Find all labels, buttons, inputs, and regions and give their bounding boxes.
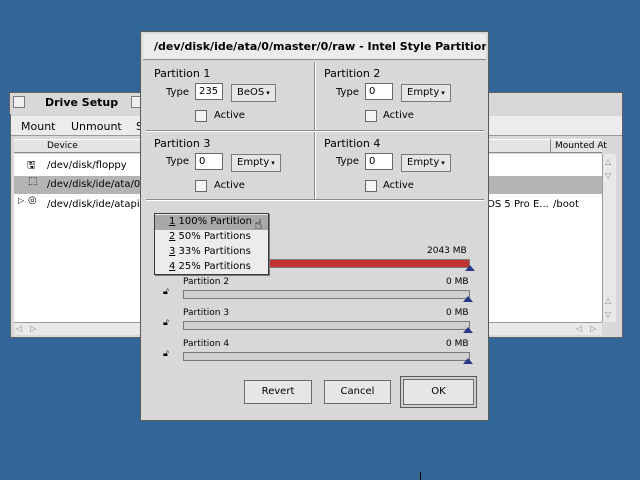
type-label: Type (336, 156, 359, 167)
floppy-icon: 🖫 (27, 160, 36, 171)
slider-thumb-icon[interactable] (463, 358, 473, 364)
partition-2-type-menu[interactable]: Empty ▾ (401, 84, 451, 102)
menu-item-label: 33% Partitions (175, 246, 251, 257)
type-label: Type (166, 87, 189, 98)
menu-item-label: 50% Partitions (175, 231, 251, 242)
slider-thumb-icon[interactable] (463, 296, 473, 302)
partition-1-type-menu[interactable]: BeOS ▾ (231, 84, 276, 102)
slider-thumb-icon[interactable] (463, 327, 473, 333)
partition-2-label: Partition 2 (324, 67, 381, 80)
partition-2-active-checkbox[interactable] (365, 110, 377, 122)
chevron-down-icon: ▾ (441, 159, 445, 167)
slider-label: Partition 2 (183, 277, 230, 287)
active-label: Active (214, 110, 245, 121)
scroll-down-icon[interactable]: ▽ (605, 310, 611, 319)
partition-2-slider[interactable] (183, 290, 470, 299)
window-title: Drive Setup (45, 96, 119, 109)
cd-icon: ◎ (28, 195, 37, 206)
hard-disk-icon: ⬚ (28, 176, 38, 187)
partition-4-active-checkbox[interactable] (365, 180, 377, 192)
scroll-up-icon[interactable]: △ (605, 157, 611, 166)
partition-1-type-field[interactable]: 235 (195, 83, 223, 100)
active-label: Active (383, 180, 414, 191)
volume-name: OS 5 Pro E... (487, 199, 549, 210)
panel-divider (146, 199, 484, 201)
panel-divider (146, 130, 484, 132)
slider-size: 0 MB (446, 339, 469, 349)
slider-label: Partition 3 (183, 308, 230, 318)
column-device[interactable]: Device (47, 141, 78, 151)
device-name: /dev/disk/ide/ata/0 (47, 179, 141, 190)
active-label: Active (383, 110, 414, 121)
scroll-right-icon[interactable]: ▷ (30, 324, 36, 333)
type-label: Type (166, 156, 189, 167)
ok-button[interactable]: OK (403, 379, 474, 405)
partition-4-type-menu[interactable]: Empty ▾ (401, 154, 451, 172)
device-name: /dev/disk/ide/atapi (47, 199, 140, 210)
hand-cursor-icon: ☝ (254, 217, 263, 233)
close-box-icon[interactable] (13, 96, 25, 108)
lock-icon[interactable]: 🔓︎ (163, 349, 169, 359)
partition-3-type-field[interactable]: 0 (195, 153, 223, 170)
menu-item-25[interactable]: 4 25% Partitions (155, 260, 268, 275)
scroll-right-icon[interactable]: ▷ (590, 324, 596, 333)
cancel-button[interactable]: Cancel (324, 380, 391, 404)
chevron-down-icon: ▾ (271, 159, 275, 167)
slider-label: Partition 4 (183, 339, 230, 349)
partition-3-label: Partition 3 (154, 137, 211, 150)
mount-point: /boot (553, 199, 579, 210)
partition-4-slider[interactable] (183, 352, 470, 361)
scroll-left-icon[interactable]: ◁ (576, 324, 582, 333)
column-divider[interactable] (550, 139, 551, 153)
partition-3-type-menu[interactable]: Empty ▾ (231, 154, 281, 172)
scroll-left-icon[interactable]: ◁ (16, 324, 22, 333)
chevron-down-icon: ▾ (441, 89, 445, 97)
scroll-up-icon[interactable]: △ (605, 296, 611, 305)
partition-2-type-field[interactable]: 0 (365, 83, 393, 100)
menu-label: Empty (407, 157, 440, 168)
device-name: /dev/disk/floppy (47, 160, 127, 171)
slider-size: 2043 MB (427, 246, 467, 256)
menu-label: Empty (237, 157, 270, 168)
scroll-down-icon[interactable]: ▽ (605, 171, 611, 180)
partition-1-label: Partition 1 (154, 67, 211, 80)
partition-3-slider[interactable] (183, 321, 470, 330)
partition-4-label: Partition 4 (324, 137, 381, 150)
ibeam-cursor-icon (420, 472, 426, 480)
menu-item-50[interactable]: 2 50% Partitions (155, 230, 268, 245)
lock-icon[interactable]: 🔓︎ (163, 287, 169, 297)
menu-item-33[interactable]: 3 33% Partitions (155, 245, 268, 260)
disclosure-triangle-icon[interactable]: ▷ (18, 196, 24, 205)
slider-thumb-icon[interactable] (465, 265, 475, 271)
menu-label: Empty (407, 87, 440, 98)
lock-icon[interactable]: 🔓︎ (163, 318, 169, 328)
menu-unmount[interactable]: Unmount (71, 120, 122, 133)
revert-button[interactable]: Revert (244, 380, 312, 404)
partition-3-active-checkbox[interactable] (195, 180, 207, 192)
menu-item-100[interactable]: 1 100% Partition (155, 215, 268, 230)
chevron-down-icon: ▾ (266, 89, 270, 97)
slider-size: 0 MB (446, 308, 469, 318)
dialog-title: /dev/disk/ide/ata/0/master/0/raw - Intel… (154, 40, 486, 53)
menu-item-label: 100% Partition (175, 216, 252, 227)
slider-size: 0 MB (446, 277, 469, 287)
dialog-titlebar[interactable]: /dev/disk/ide/ata/0/master/0/raw - Intel… (143, 34, 486, 60)
type-label: Type (336, 87, 359, 98)
active-label: Active (214, 180, 245, 191)
menu-item-label: 25% Partitions (175, 261, 251, 272)
menu-mount[interactable]: Mount (21, 120, 55, 133)
partition-1-active-checkbox[interactable] (195, 110, 207, 122)
column-mounted-at[interactable]: Mounted At (555, 141, 607, 151)
partition-4-type-field[interactable]: 0 (365, 153, 393, 170)
menu-label: BeOS (237, 87, 265, 98)
